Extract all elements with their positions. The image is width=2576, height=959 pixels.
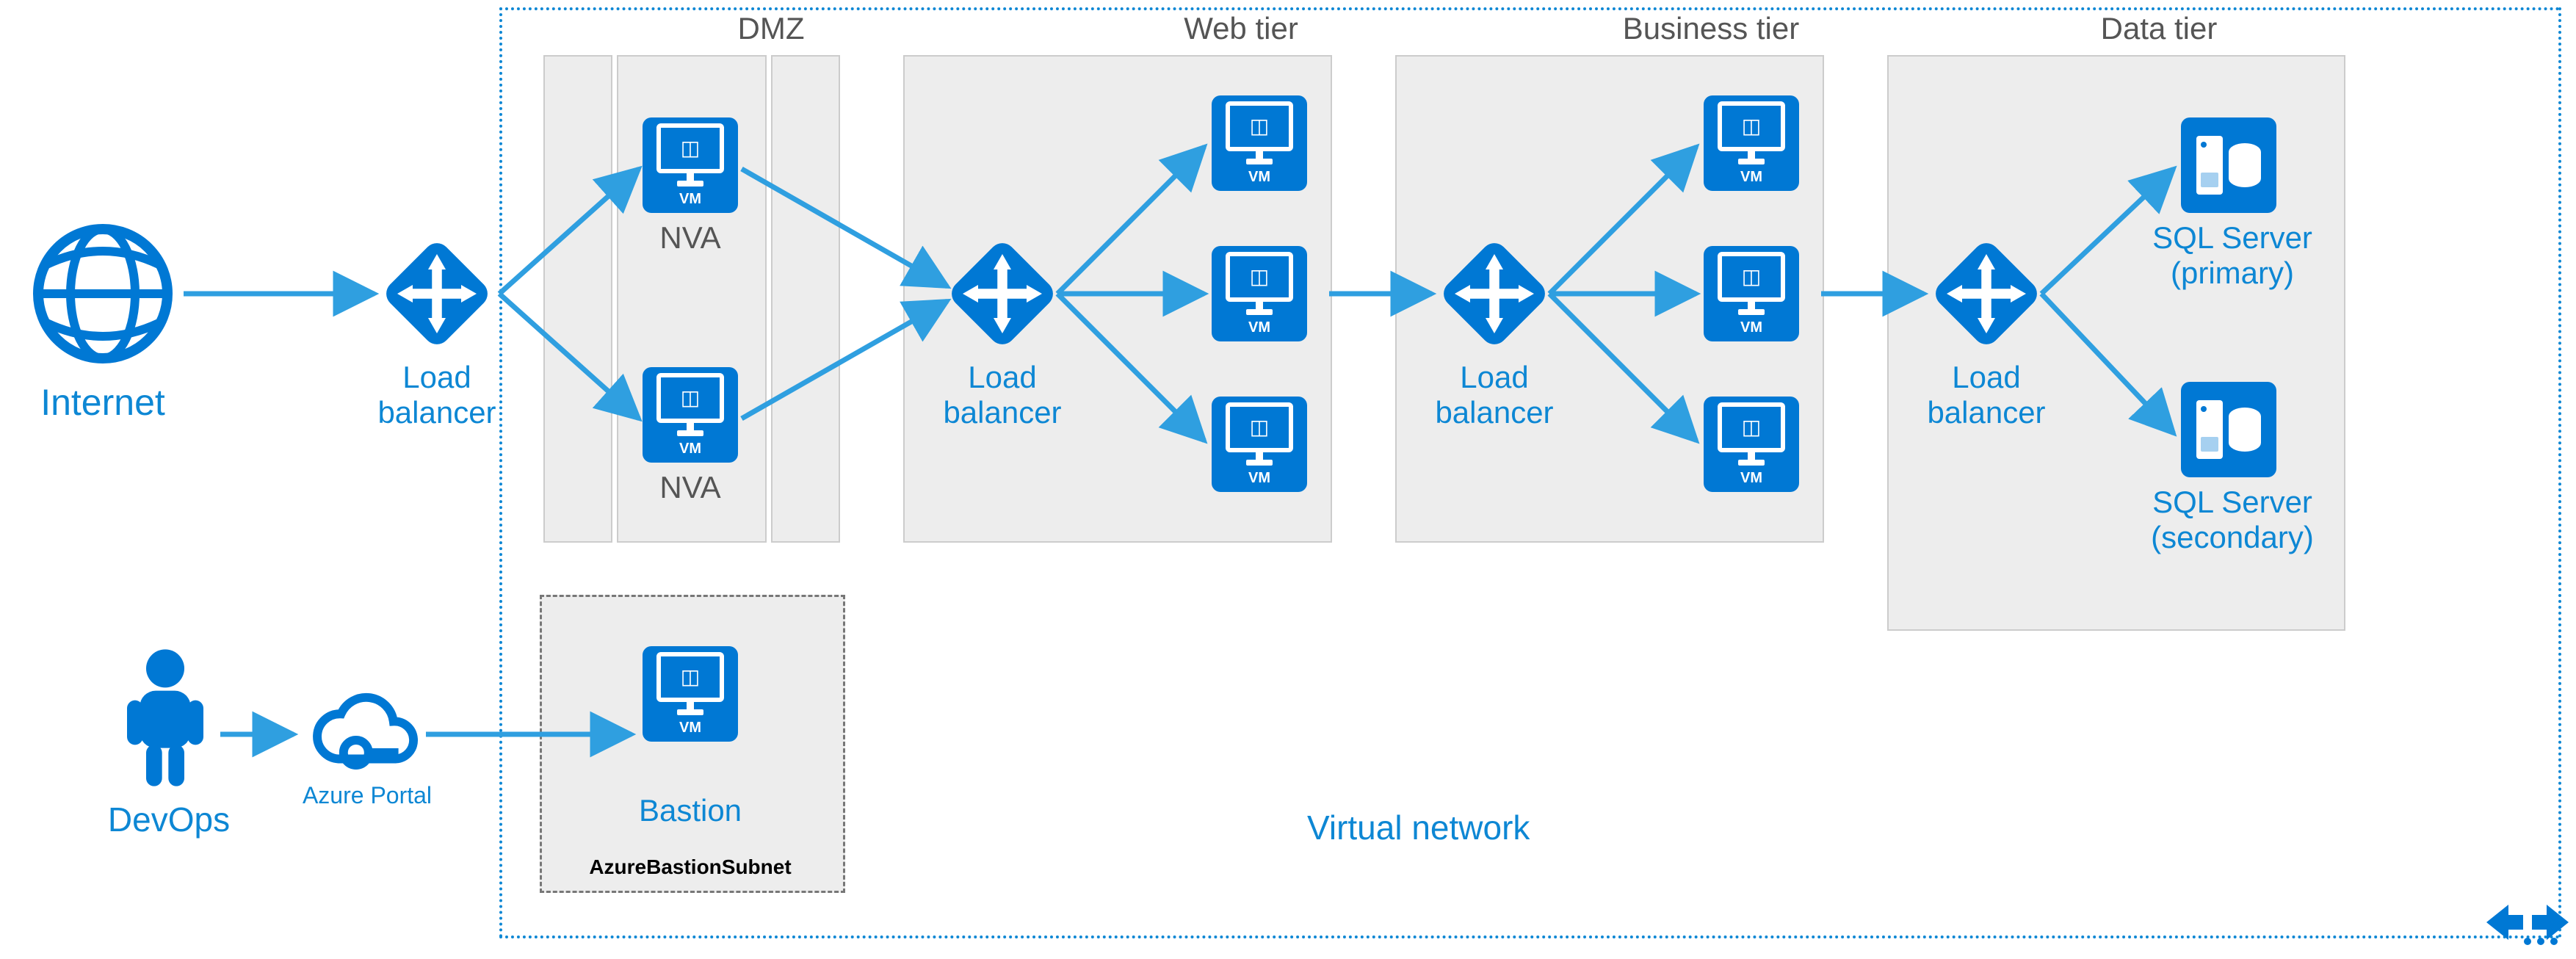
- azure-portal-icon: [301, 690, 426, 778]
- sql-primary-label: SQL Server (primary): [2137, 220, 2328, 292]
- nva-vm-2: ◫ VM: [643, 367, 738, 463]
- vm-tag: VM: [679, 191, 701, 208]
- web-vm-1: ◫VM: [1212, 95, 1307, 191]
- internet-icon: [29, 220, 176, 367]
- lb-label-web: Load balancer: [925, 360, 1079, 431]
- devops-label: DevOps: [81, 800, 257, 839]
- load-balancer-public: [382, 239, 492, 349]
- virtual-network-label: Virtual network: [1307, 808, 1530, 847]
- sql-primary-icon: [2181, 117, 2276, 213]
- lb-label-business: Load balancer: [1417, 360, 1571, 431]
- sql-secondary-label: SQL Server (secondary): [2130, 485, 2335, 556]
- bastion-label: Bastion: [602, 793, 778, 828]
- sql-secondary-icon: [2181, 382, 2276, 477]
- vnet-peering-icon: [2483, 893, 2572, 952]
- load-balancer-business: [1439, 239, 1549, 349]
- lb-label-public: Load balancer: [360, 360, 514, 431]
- vm-tag: VM: [1740, 169, 1762, 186]
- azure-portal-label: Azure Portal: [294, 782, 441, 809]
- nva-vm-1: ◫ VM: [643, 117, 738, 213]
- biz-vm-2: ◫VM: [1704, 246, 1799, 341]
- devops-icon: [117, 646, 213, 786]
- internet-label: Internet: [15, 382, 191, 424]
- web-vm-2: ◫VM: [1212, 246, 1307, 341]
- biz-vm-1: ◫VM: [1704, 95, 1799, 191]
- lb-label-data: Load balancer: [1909, 360, 2063, 431]
- web-vm-3: ◫VM: [1212, 397, 1307, 492]
- vm-tag: VM: [1248, 319, 1270, 336]
- bastion-subnet-label: AzureBastionSubnet: [587, 855, 793, 879]
- nva-label-1: NVA: [639, 220, 742, 256]
- bastion-vm: ◫VM: [643, 646, 738, 742]
- vm-tag: VM: [679, 441, 701, 457]
- vm-tag: VM: [679, 720, 701, 737]
- vm-tag: VM: [1740, 319, 1762, 336]
- vm-tag: VM: [1248, 169, 1270, 186]
- load-balancer-data: [1931, 239, 2041, 349]
- biz-vm-3: ◫VM: [1704, 397, 1799, 492]
- vm-tag: VM: [1740, 470, 1762, 487]
- load-balancer-web: [947, 239, 1057, 349]
- vm-tag: VM: [1248, 470, 1270, 487]
- nva-label-2: NVA: [639, 470, 742, 505]
